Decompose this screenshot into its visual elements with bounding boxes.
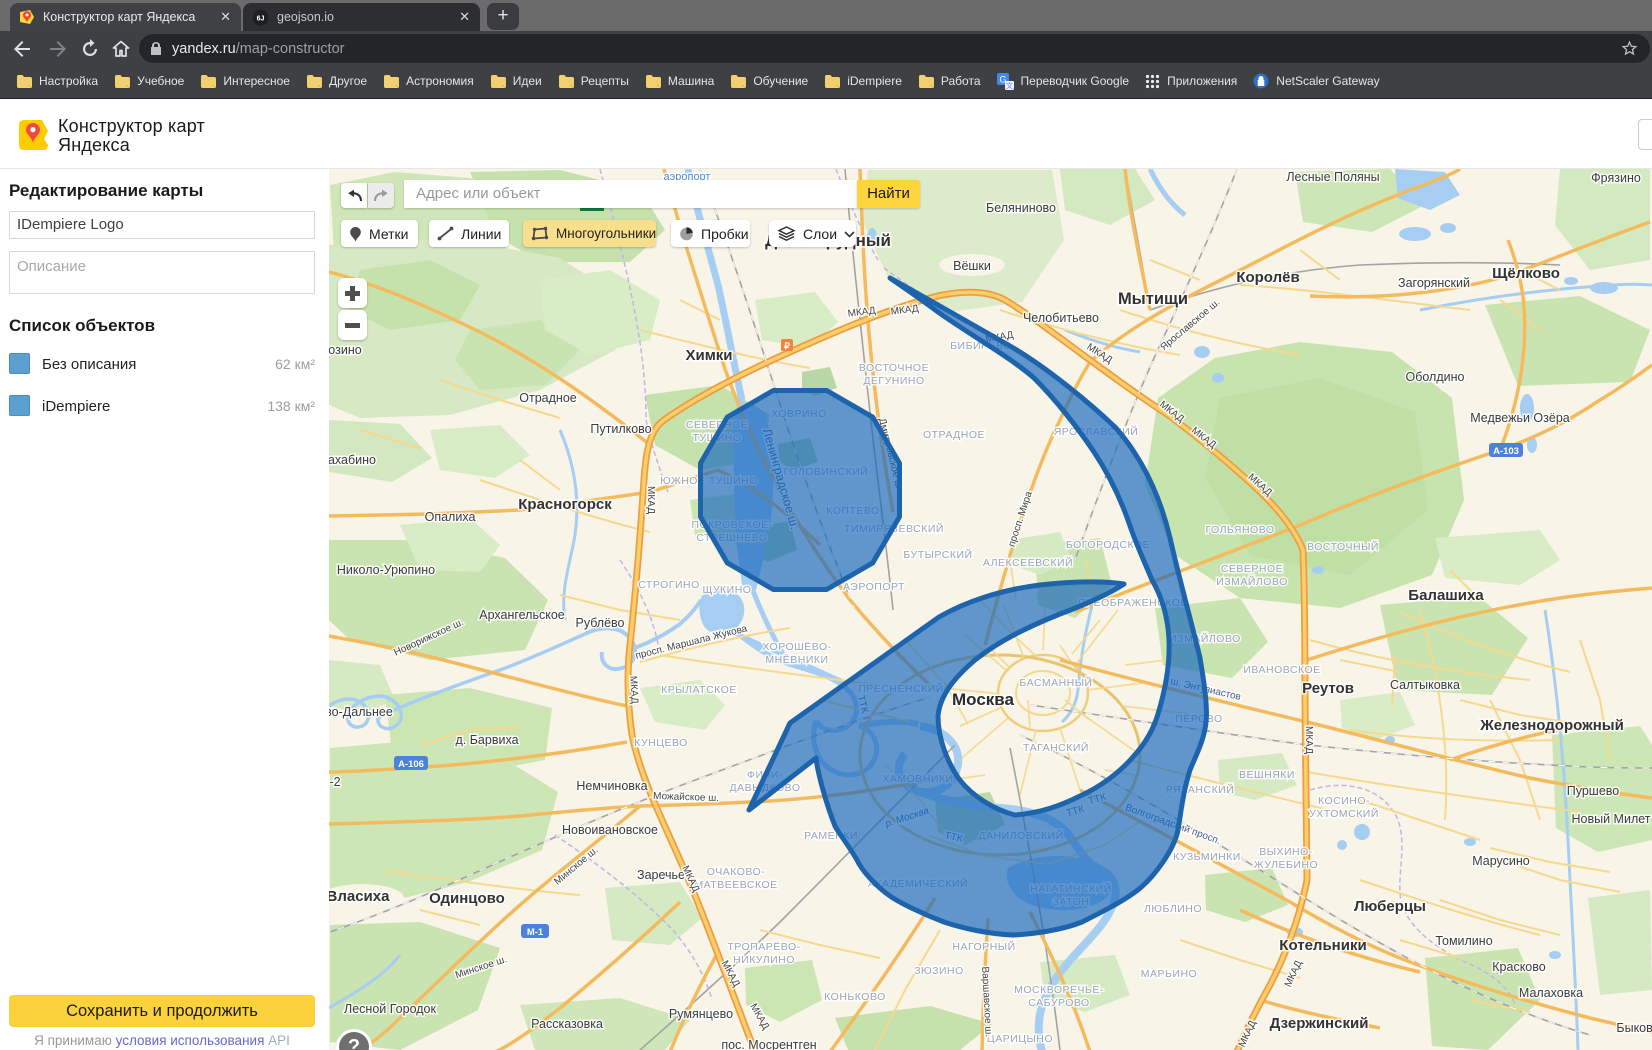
svg-text:文: 文 xyxy=(1006,81,1013,90)
svg-text:БУТЫРСКИЙ: БУТЫРСКИЙ xyxy=(903,548,972,561)
svg-text:Красногорск: Красногорск xyxy=(518,496,612,513)
svg-text:ахабино: ахабино xyxy=(329,453,376,467)
svg-text:ЗЮЗИНО: ЗЮЗИНО xyxy=(914,965,964,977)
svg-text:д. Барвиха: д. Барвиха xyxy=(455,733,518,747)
svg-text:пос. Мосрентген: пос. Мосрентген xyxy=(721,1038,816,1050)
svg-text:ОЧАКОВО-: ОЧАКОВО- xyxy=(707,866,765,878)
svg-text:МОСКВОРЕЧЬЕ-: МОСКВОРЕЧЬЕ- xyxy=(1014,984,1104,996)
svg-text:Загорянский: Загорянский xyxy=(1398,276,1470,290)
svg-text:Котельники: Котельники xyxy=(1279,937,1366,954)
svg-text:Можайское ш.: Можайское ш. xyxy=(653,791,719,804)
svg-text:МНЁВНИКИ: МНЁВНИКИ xyxy=(765,654,828,666)
svg-text:Власиха: Власиха xyxy=(329,888,390,905)
svg-text:Челобитьево: Челобитьево xyxy=(1023,311,1099,325)
svg-text:ДЕГУНИНО: ДЕГУНИНО xyxy=(863,375,924,387)
svg-text:ВОСТОЧНОЕ: ВОСТОЧНОЕ xyxy=(859,362,929,374)
svg-text:САБУРОВО: САБУРОВО xyxy=(1028,997,1089,1009)
svg-text:ЩУКИНО: ЩУКИНО xyxy=(703,584,752,596)
svg-text:ВЕШНЯКИ: ВЕШНЯКИ xyxy=(1239,769,1295,781)
svg-text:Путилково: Путилково xyxy=(590,422,651,436)
svg-text:Томилино: Томилино xyxy=(1435,934,1492,948)
svg-text:Новоивановское: Новоивановское xyxy=(562,823,658,837)
svg-text:НИКУЛИНО: НИКУЛИНО xyxy=(733,954,795,966)
svg-text:Лесной Городок: Лесной Городок xyxy=(344,1002,436,1016)
svg-text:АЛЕКСЕЕВСКИЙ: АЛЕКСЕЕВСКИЙ xyxy=(983,556,1073,569)
svg-text:КРЫЛАТСКОЕ: КРЫЛАТСКОЕ xyxy=(661,684,737,696)
svg-text:Заречье: Заречье xyxy=(637,868,685,882)
svg-text:ГОЛЬЯНОВО: ГОЛЬЯНОВО xyxy=(1205,524,1274,536)
svg-text:КУНЦЕВО: КУНЦЕВО xyxy=(634,737,688,749)
svg-text:6J: 6J xyxy=(257,15,265,22)
svg-text:Отрадное: Отрадное xyxy=(519,391,577,405)
svg-text:НАГОРНЫЙ: НАГОРНЫЙ xyxy=(952,940,1015,953)
svg-text:СЕВЕРНОЕ: СЕВЕРНОЕ xyxy=(1221,563,1283,575)
svg-text:ХОРОШЁВО-: ХОРОШЁВО- xyxy=(762,641,831,653)
svg-text:АЭРОПОРТ: АЭРОПОРТ xyxy=(843,581,905,593)
svg-text:ТАГАНСКИЙ: ТАГАНСКИЙ xyxy=(1023,741,1089,754)
svg-text:ОТРАДНОЕ: ОТРАДНОЕ xyxy=(923,429,985,441)
svg-text:ЛЮБЛИНО: ЛЮБЛИНО xyxy=(1144,903,1202,915)
svg-text:ЖУЛЕБИНО: ЖУЛЕБИНО xyxy=(1254,859,1318,871)
svg-text:Балашиха: Балашиха xyxy=(1408,587,1484,604)
svg-text:МКАД: МКАД xyxy=(627,676,639,705)
svg-text:Королёв: Королёв xyxy=(1236,269,1299,286)
svg-text:ЦАРИЦЫНО: ЦАРИЦЫНО xyxy=(987,1033,1053,1045)
svg-text:Дзержинский: Дзержинский xyxy=(1270,1015,1369,1032)
svg-text:БАСМАННЫЙ: БАСМАННЫЙ xyxy=(1019,676,1092,689)
svg-text:Москва: Москва xyxy=(952,690,1015,709)
svg-text:Салтыковка: Салтыковка xyxy=(1390,678,1460,692)
svg-text:Архангельское: Архангельское xyxy=(479,608,565,622)
svg-text:ВОСТОЧНЫЙ: ВОСТОЧНЫЙ xyxy=(1307,540,1379,553)
svg-text:Марусино: Марусино xyxy=(1472,854,1530,868)
svg-text:Вёшки: Вёшки xyxy=(953,259,991,273)
svg-text:Рублёво: Рублёво xyxy=(575,616,624,630)
svg-text:Реутов: Реутов xyxy=(1302,680,1354,697)
svg-text:ИВАНОВСКОЕ: ИВАНОВСКОЕ xyxy=(1243,664,1320,676)
svg-text:Лесные Поляны: Лесные Поляны xyxy=(1286,170,1379,184)
svg-text:МАТВЕЕВСКОЕ: МАТВЕЕВСКОЕ xyxy=(694,879,777,891)
svg-text:Беляниново: Беляниново xyxy=(986,201,1056,215)
svg-text:КОНЬКОВО: КОНЬКОВО xyxy=(824,991,886,1003)
svg-text:Оболдино: Оболдино xyxy=(1406,370,1465,384)
svg-text:Фрязино: Фрязино xyxy=(1591,171,1641,185)
svg-text:МКАД: МКАД xyxy=(645,486,656,514)
svg-text:МАРЬИНО: МАРЬИНО xyxy=(1141,968,1197,980)
svg-text:КОСИНО-: КОСИНО- xyxy=(1318,795,1370,807)
svg-text:Румянцево: Румянцево xyxy=(669,1007,733,1021)
svg-text:Мытищи: Мытищи xyxy=(1118,290,1188,308)
svg-text:Одинцово: Одинцово xyxy=(429,890,505,907)
svg-text:Быково: Быково xyxy=(1616,1021,1652,1035)
svg-text:ИЗМАЙЛОВО: ИЗМАЙЛОВО xyxy=(1216,575,1288,588)
svg-text:МКАД: МКАД xyxy=(1303,726,1314,754)
svg-text:озино: озино xyxy=(329,343,362,357)
svg-text:ТРОПАРЁВО-: ТРОПАРЁВО- xyxy=(727,941,800,953)
svg-text:Немчиновка: Немчиновка xyxy=(576,779,647,793)
svg-text:Щёлково: Щёлково xyxy=(1492,265,1560,282)
svg-text:КУЗЬМИНКИ: КУЗЬМИНКИ xyxy=(1173,851,1241,863)
svg-text:Николо-Урюпино: Николо-Урюпино xyxy=(337,563,435,577)
svg-text:Химки: Химки xyxy=(685,347,732,364)
svg-text:-2: -2 xyxy=(329,775,340,789)
svg-text:М-1: М-1 xyxy=(527,927,544,938)
svg-text:₽: ₽ xyxy=(784,341,790,351)
svg-text:А-106: А-106 xyxy=(398,759,424,770)
svg-text:Новый Милет: Новый Милет xyxy=(1571,812,1650,826)
svg-text:СТРОГИНО: СТРОГИНО xyxy=(638,579,700,591)
svg-text:Опалиха: Опалиха xyxy=(425,510,476,524)
svg-text:Железнодорожный: Железнодорожный xyxy=(1479,717,1624,734)
svg-text:Красково: Красково xyxy=(1492,960,1545,974)
svg-text:Пуршево: Пуршево xyxy=(1567,784,1620,798)
svg-text:УХТОМСКИЙ: УХТОМСКИЙ xyxy=(1309,807,1379,820)
svg-text:Медвежьи Озёра: Медвежьи Озёра xyxy=(1470,411,1570,425)
svg-text:Люберцы: Люберцы xyxy=(1354,898,1426,915)
svg-text:ВЫХИНО-: ВЫХИНО- xyxy=(1259,846,1313,858)
svg-text:А-103: А-103 xyxy=(1493,446,1519,457)
svg-text:во-Дальнее: во-Дальнее xyxy=(329,705,393,719)
svg-text:Рассказовка: Рассказовка xyxy=(531,1017,603,1031)
svg-text:Малаховка: Малаховка xyxy=(1519,986,1583,1000)
